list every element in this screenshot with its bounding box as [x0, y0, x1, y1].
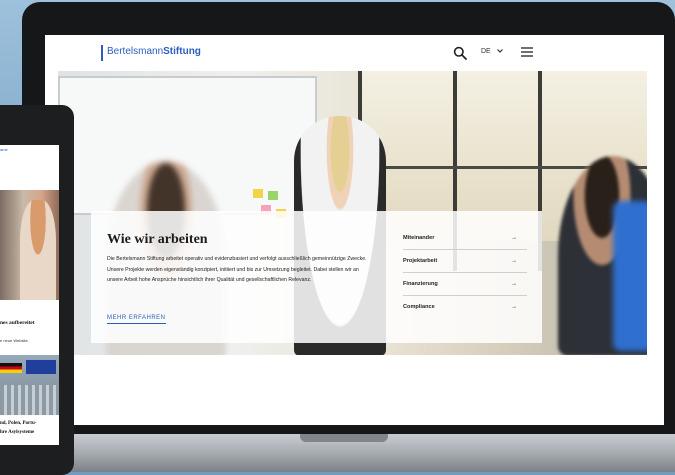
flag [0, 363, 22, 373]
tablet-heading-line: hre Asylsysteme [0, 430, 35, 435]
building-columns [0, 385, 59, 415]
arrow-right-icon: → [511, 235, 517, 241]
tablet-heading[interactable]: nes aufbereitet [0, 320, 59, 326]
tablet-link[interactable]: ame [0, 147, 8, 152]
tablet-heading[interactable]: nd, Polen, Portu- hre Asylsysteme [0, 419, 36, 437]
panel-nav: Miteinander → Projektarbeit → Finanzieru… [403, 227, 527, 318]
nav-label: Finanzierung [403, 281, 438, 287]
search-icon[interactable] [453, 46, 467, 60]
panel-title: Wie wir arbeiten [107, 232, 208, 247]
menu-icon[interactable] [521, 47, 533, 57]
hero-chair [613, 201, 647, 351]
arrow-right-icon: → [511, 281, 517, 287]
tablet-heading-line: nd, Polen, Portu- [0, 421, 37, 426]
tablet-flags-image [0, 355, 59, 415]
nav-label: Compliance [403, 304, 435, 310]
tablet-image [0, 190, 59, 300]
arrow-right-icon: → [511, 258, 517, 264]
panel-text: Die Bertelsmann Stiftung arbeitet operat… [107, 256, 367, 283]
logo-light: Bertelsmann [107, 46, 164, 57]
site-header: BertelsmannStiftung DE [45, 35, 664, 71]
nav-label: Projektarbeit [403, 258, 438, 264]
nav-item-miteinander[interactable]: Miteinander → [403, 227, 527, 250]
nav-label: Miteinander [403, 235, 435, 241]
logo[interactable]: BertelsmannStiftung [107, 46, 201, 57]
nav-item-finanzierung[interactable]: Finanzierung → [403, 273, 527, 296]
flag [26, 360, 56, 374]
info-panel: Wie wir arbeiten Die Bertelsmann Stiftun… [91, 211, 542, 343]
tablet-text: e neue Website. [0, 338, 29, 343]
language-selector[interactable]: DE [481, 48, 491, 55]
laptop-screen: BertelsmannStiftung DE Wie wir arbeiten … [45, 35, 664, 425]
chevron-down-icon[interactable] [496, 47, 504, 55]
nav-item-compliance[interactable]: Compliance → [403, 296, 527, 318]
logo-accent-bar [101, 45, 103, 61]
tablet-device: ame nes aufbereitet e neue Website. nd, … [0, 105, 74, 475]
tablet-screen: ame nes aufbereitet e neue Website. nd, … [0, 145, 59, 445]
sticky-note [268, 191, 278, 200]
laptop-notch [300, 434, 388, 442]
arrow-right-icon: → [511, 304, 517, 310]
more-link[interactable]: MEHR ERFAHREN [107, 315, 166, 324]
sticky-note [253, 189, 263, 198]
nav-item-projektarbeit[interactable]: Projektarbeit → [403, 250, 527, 273]
logo-bold: Stiftung [163, 46, 201, 57]
